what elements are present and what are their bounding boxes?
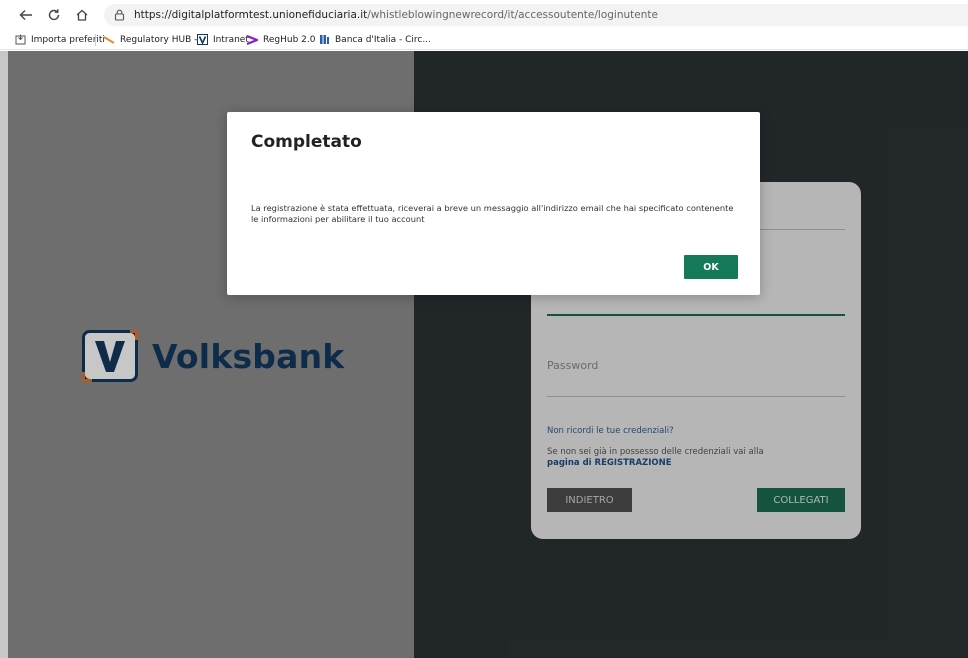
- ok-button[interactable]: OK: [684, 255, 738, 279]
- reghub-icon: [246, 34, 258, 46]
- dialog-title: Completato: [251, 132, 362, 152]
- favorite-banca-label: Banca d'Italia - Circ...: [335, 34, 431, 45]
- reload-icon[interactable]: [42, 3, 66, 27]
- regulatory-hub-icon: [103, 34, 115, 46]
- favorite-banca-italia[interactable]: Banca d'Italia - Circ...: [318, 34, 431, 46]
- favorite-regulatory-label: Regulatory HUB -...: [120, 34, 206, 45]
- favorites-bar: Importa preferiti Regulatory HUB -... In…: [0, 30, 968, 50]
- url-host: https://digitalplatformtest.unionefiduci…: [134, 9, 368, 21]
- favorite-import-label: Importa preferiti: [31, 34, 105, 45]
- favorite-intranet[interactable]: Intranet: [196, 34, 249, 46]
- favorite-intranet-label: Intranet: [213, 34, 249, 45]
- dialog-message: La registrazione è stata effettuata, ric…: [251, 203, 734, 224]
- completion-dialog: Completato La registrazione è stata effe…: [227, 112, 760, 295]
- favorite-reghub-label: RegHub 2.0: [263, 34, 316, 45]
- url-path: /whistleblowingnewrecord/it/accessoutent…: [367, 9, 658, 21]
- banca-italia-icon: [318, 34, 330, 46]
- volksbank-v-icon: [196, 34, 208, 46]
- favorite-import[interactable]: Importa preferiti: [14, 34, 105, 46]
- page: Volksbank Password Non ricordi le tue cr…: [0, 51, 968, 658]
- back-arrow-icon[interactable]: [14, 3, 38, 27]
- browser-toolbar: https://digitalplatformtest.unionefiduci…: [0, 0, 968, 30]
- favorite-regulatory-hub[interactable]: Regulatory HUB -...: [103, 34, 206, 46]
- url-text[interactable]: https://digitalplatformtest.unionefiduci…: [134, 9, 658, 21]
- favorite-reghub[interactable]: RegHub 2.0: [246, 34, 315, 46]
- favorites-divider: [95, 34, 96, 46]
- import-icon: [14, 34, 26, 46]
- lock-icon[interactable]: [112, 8, 126, 22]
- home-icon[interactable]: [70, 3, 94, 27]
- address-bar[interactable]: https://digitalplatformtest.unionefiduci…: [104, 4, 968, 26]
